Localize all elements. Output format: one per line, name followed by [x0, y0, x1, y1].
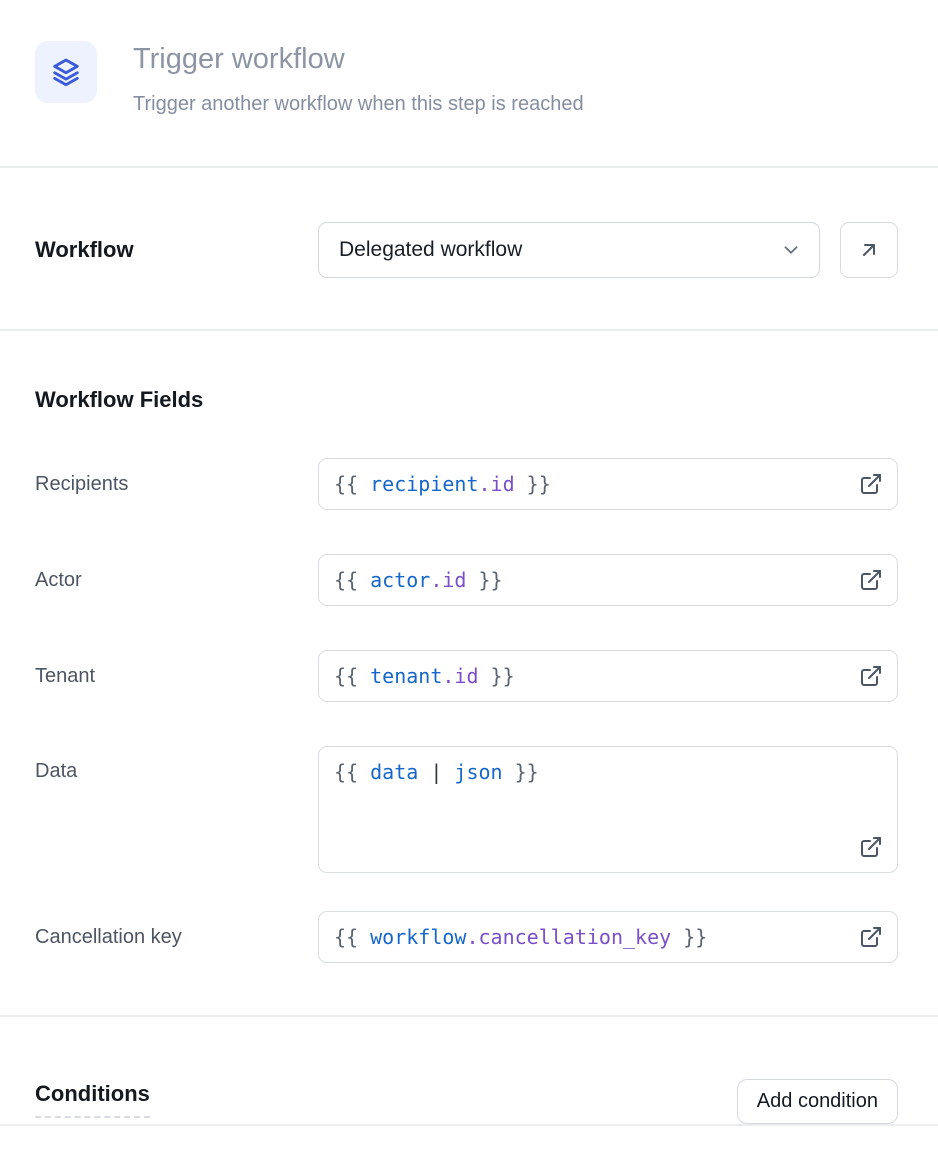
- field-row-tenant: Tenant {{ tenant.id }}: [35, 650, 898, 702]
- data-template-input[interactable]: {{ data | json }}: [318, 746, 898, 873]
- arrow-up-right-icon: [857, 238, 881, 262]
- workflow-select-value: Delegated workflow: [339, 238, 522, 262]
- liquid-code: {{ actor.id }}: [334, 568, 503, 592]
- step-icon-tile: [35, 41, 97, 103]
- workflow-select[interactable]: Delegated workflow: [318, 222, 820, 278]
- tenant-template-input[interactable]: {{ tenant.id }}: [318, 650, 898, 702]
- recipients-template-input[interactable]: {{ recipient.id }}: [318, 458, 898, 510]
- external-link-icon[interactable]: [859, 835, 883, 859]
- field-label: Data: [35, 746, 318, 783]
- external-link-icon[interactable]: [859, 568, 883, 592]
- step-title[interactable]: Trigger workflow: [133, 43, 584, 76]
- external-link-icon[interactable]: [859, 472, 883, 496]
- field-label: Tenant: [35, 665, 318, 688]
- step-title-block: Trigger workflow Trigger another workflo…: [133, 41, 584, 116]
- workflow-fields-heading: Workflow Fields: [35, 387, 898, 413]
- workflow-label: Workflow: [35, 237, 318, 263]
- liquid-code: {{ recipient.id }}: [334, 472, 551, 496]
- add-condition-button[interactable]: Add condition: [737, 1079, 898, 1124]
- workflow-fields-list: Recipients {{ recipient.id }} Actor {{ a…: [35, 458, 898, 963]
- field-label: Recipients: [35, 473, 318, 496]
- open-workflow-button[interactable]: [840, 222, 898, 278]
- field-label: Actor: [35, 569, 318, 592]
- field-row-recipients: Recipients {{ recipient.id }}: [35, 458, 898, 510]
- liquid-code: {{ data | json }}: [334, 760, 539, 784]
- field-label: Cancellation key: [35, 926, 318, 949]
- conditions-heading: Conditions: [35, 1081, 150, 1118]
- workflow-selector-row: Workflow Delegated workflow: [0, 168, 938, 331]
- field-row-data: Data {{ data | json }}: [35, 746, 898, 873]
- step-subtitle: Trigger another workflow when this step …: [133, 93, 584, 116]
- step-header: Trigger workflow Trigger another workflo…: [0, 0, 938, 168]
- conditions-section: Conditions Add condition: [0, 1017, 938, 1126]
- chevron-down-icon: [780, 239, 802, 261]
- external-link-icon[interactable]: [859, 664, 883, 688]
- workflow-fields-section: Workflow Fields Recipients {{ recipient.…: [0, 331, 938, 1017]
- liquid-code: {{ workflow.cancellation_key }}: [334, 925, 707, 949]
- liquid-code: {{ tenant.id }}: [334, 664, 515, 688]
- external-link-icon[interactable]: [859, 925, 883, 949]
- layers-icon: [49, 55, 83, 89]
- field-row-actor: Actor {{ actor.id }}: [35, 554, 898, 606]
- field-row-cancellation-key: Cancellation key {{ workflow.cancellatio…: [35, 911, 898, 963]
- cancellation-key-template-input[interactable]: {{ workflow.cancellation_key }}: [318, 911, 898, 963]
- actor-template-input[interactable]: {{ actor.id }}: [318, 554, 898, 606]
